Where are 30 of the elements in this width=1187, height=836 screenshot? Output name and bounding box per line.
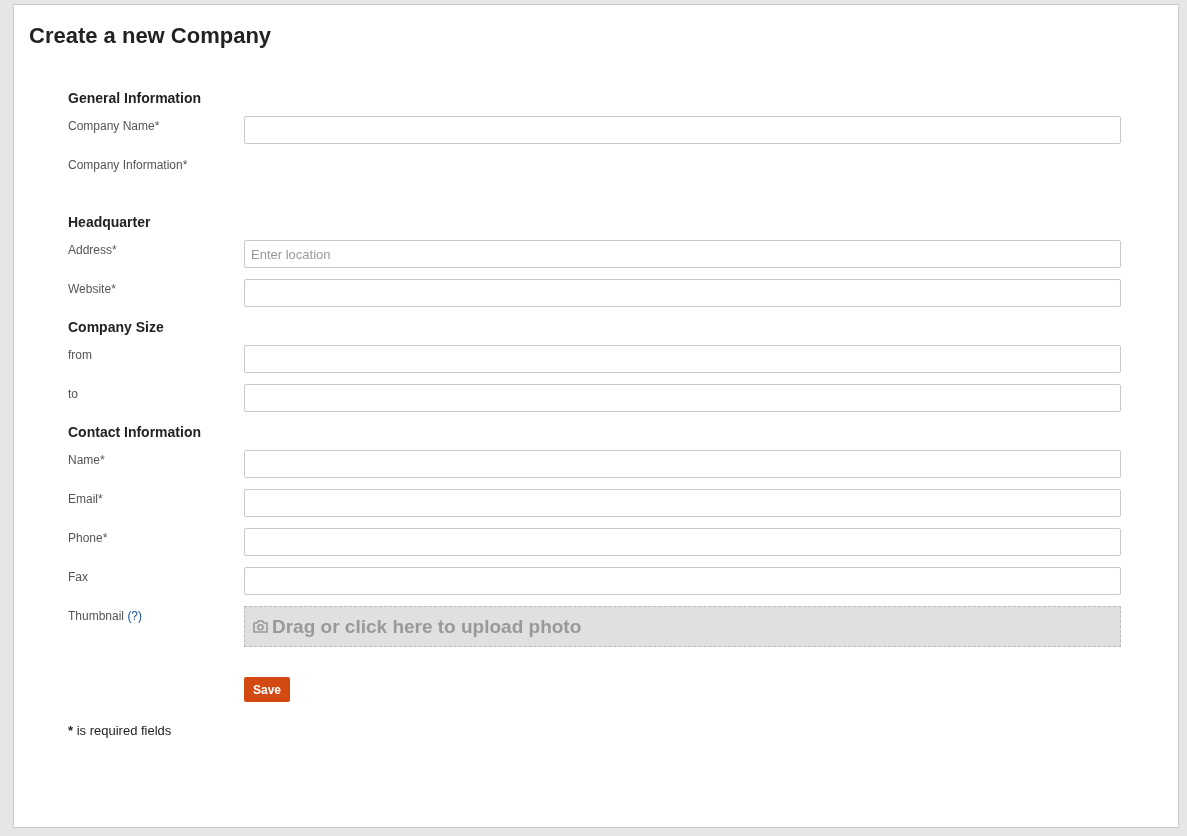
field-label: Thumbnail: [68, 609, 125, 623]
field-label: to: [68, 387, 78, 401]
text-field[interactable]: [244, 384, 1121, 412]
field-label: Address*: [68, 243, 117, 257]
text-field[interactable]: [244, 450, 1121, 478]
text-field[interactable]: [244, 489, 1121, 517]
text-field[interactable]: [244, 116, 1121, 144]
text-field[interactable]: [244, 567, 1121, 595]
save-button[interactable]: Save: [244, 677, 290, 702]
section-heading: Headquarter: [68, 213, 151, 231]
required-fields-note: * is required fields: [68, 722, 172, 740]
field-label: Phone*: [68, 531, 108, 545]
field-label: Name*: [68, 453, 105, 467]
page-title: Create a new Company: [29, 22, 272, 50]
section-heading: General Information: [68, 89, 202, 107]
camera-icon: [253, 620, 268, 633]
field-label: from: [68, 348, 92, 362]
section-heading: Contact Information: [68, 423, 201, 441]
field-label: Company Information*: [68, 158, 188, 172]
text-field[interactable]: [244, 279, 1121, 307]
field-label: Fax: [68, 570, 88, 584]
field-label: Website*: [68, 282, 116, 296]
help-link[interactable]: (?): [127, 609, 143, 623]
upload-text: Drag or click here to upload photo: [272, 615, 582, 638]
text-field[interactable]: [244, 528, 1121, 556]
text-field[interactable]: [244, 345, 1121, 373]
field-label: Email*: [68, 492, 103, 506]
text-field[interactable]: Enter location: [244, 240, 1121, 268]
field-label: Company Name*: [68, 119, 160, 133]
section-heading: Company Size: [68, 318, 164, 336]
